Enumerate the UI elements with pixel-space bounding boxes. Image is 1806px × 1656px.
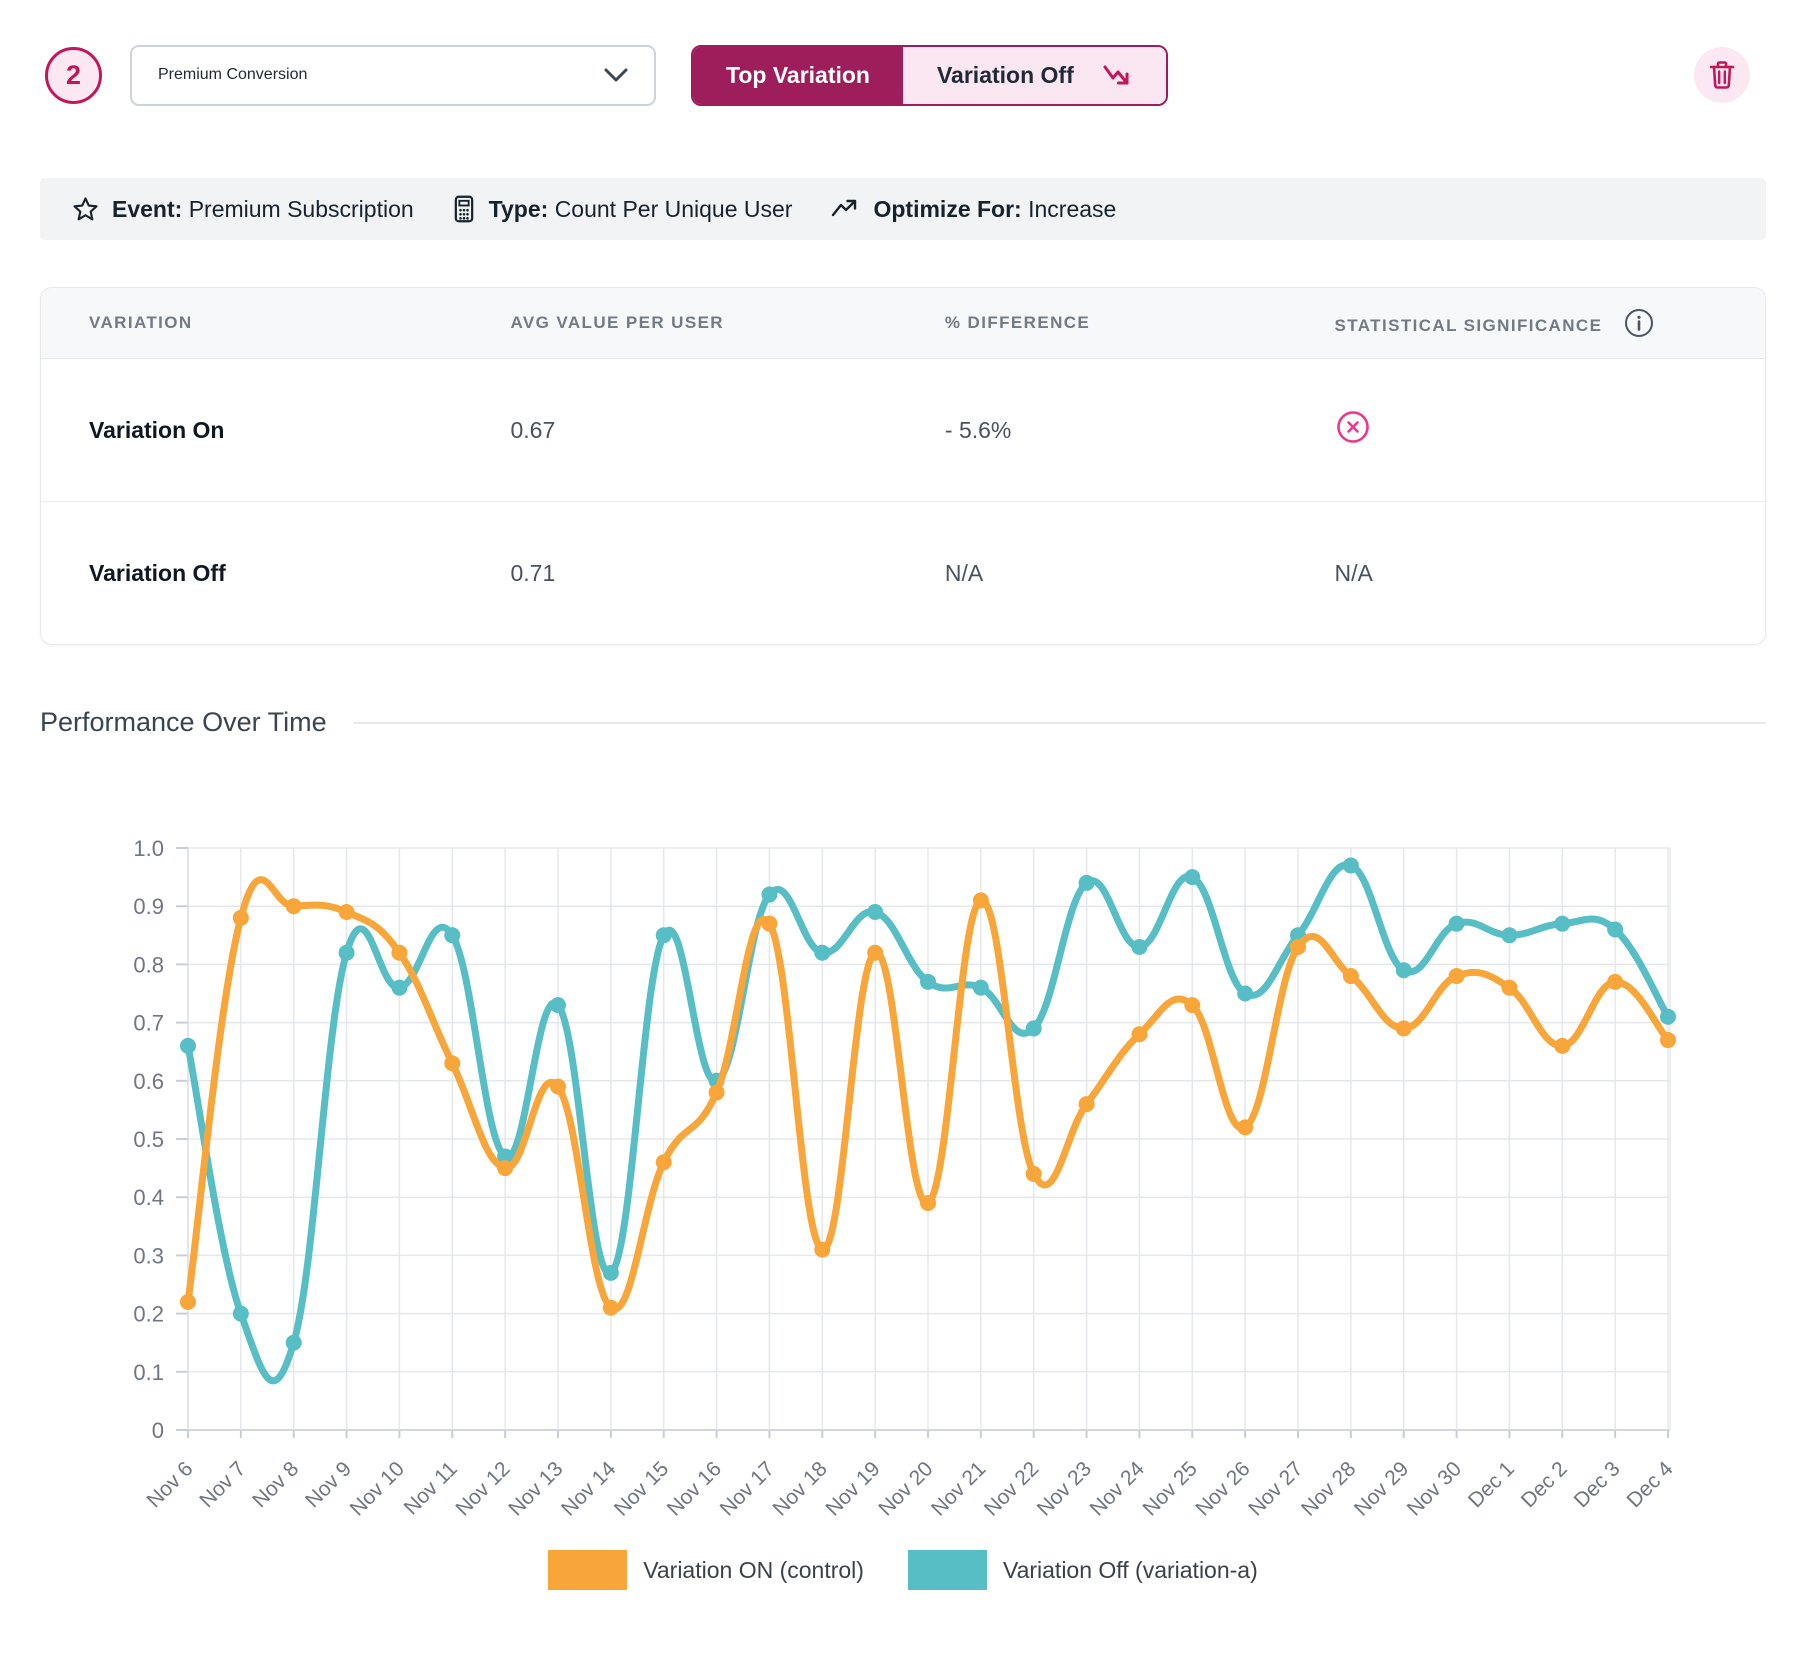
metric-dropdown[interactable]: Premium Conversion <box>130 45 656 106</box>
table-row: Variation On 0.67 - 5.6% <box>41 359 1765 502</box>
delete-metric-button[interactable] <box>1694 47 1750 103</box>
variation-off-button[interactable]: Variation Off <box>903 47 1166 104</box>
row1-avg-value: 0.67 <box>471 359 905 502</box>
svg-text:0.8: 0.8 <box>133 952 164 977</box>
svg-text:Nov 25: Nov 25 <box>1139 1457 1202 1520</box>
results-table-card: VARIATION AVG VALUE PER USER % DIFFERENC… <box>40 287 1766 645</box>
svg-text:Dec 2: Dec 2 <box>1517 1457 1572 1512</box>
svg-text:Nov 24: Nov 24 <box>1086 1457 1150 1521</box>
legend-item-variation-on[interactable]: Variation ON (control) <box>548 1550 864 1590</box>
col-variation: VARIATION <box>41 288 471 359</box>
svg-text:Nov 8: Nov 8 <box>248 1457 303 1512</box>
svg-text:Nov 17: Nov 17 <box>716 1457 779 1520</box>
metric-panel: 2 Premium Conversion Top Variation Varia… <box>0 0 1806 1656</box>
svg-text:Nov 12: Nov 12 <box>451 1457 514 1520</box>
legend-label: Variation ON (control) <box>643 1557 864 1584</box>
svg-text:Nov 29: Nov 29 <box>1350 1457 1413 1520</box>
optimize-item: Optimize For: Increase <box>830 196 1116 223</box>
variation-toggle: Top Variation Variation Off <box>691 45 1168 106</box>
table-header-row: VARIATION AVG VALUE PER USER % DIFFERENC… <box>41 288 1765 359</box>
section-divider <box>353 722 1766 724</box>
svg-text:0.4: 0.4 <box>133 1185 164 1210</box>
svg-text:Nov 28: Nov 28 <box>1297 1457 1360 1520</box>
row1-significance <box>1295 359 1766 502</box>
row2-significance: N/A <box>1295 502 1766 645</box>
row1-variation: Variation On <box>41 359 471 502</box>
event-value: Premium Subscription <box>189 196 414 222</box>
svg-text:Nov 13: Nov 13 <box>504 1457 567 1520</box>
svg-text:Nov 10: Nov 10 <box>346 1457 409 1520</box>
row1-difference: - 5.6% <box>905 359 1295 502</box>
col-significance-label: STATISTICAL SIGNIFICANCE <box>1335 316 1603 335</box>
svg-text:Nov 15: Nov 15 <box>610 1457 673 1520</box>
svg-text:1.0: 1.0 <box>133 836 164 861</box>
event-label: Event: <box>112 196 182 222</box>
chart-legend: Variation ON (control) Variation Off (va… <box>0 1550 1806 1590</box>
svg-text:Nov 19: Nov 19 <box>821 1457 884 1520</box>
svg-text:Nov 30: Nov 30 <box>1403 1457 1466 1520</box>
event-summary-bar: Event: Premium Subscription Type: Count … <box>40 178 1766 240</box>
star-icon <box>72 196 99 223</box>
svg-text:Dec 3: Dec 3 <box>1570 1457 1625 1512</box>
results-table: VARIATION AVG VALUE PER USER % DIFFERENC… <box>41 288 1765 644</box>
svg-text:0.2: 0.2 <box>133 1302 164 1327</box>
svg-text:Nov 18: Nov 18 <box>769 1457 832 1520</box>
info-icon[interactable] <box>1624 308 1654 338</box>
svg-text:0.6: 0.6 <box>133 1069 164 1094</box>
col-significance: STATISTICAL SIGNIFICANCE <box>1295 288 1766 359</box>
svg-text:Nov 7: Nov 7 <box>195 1457 250 1512</box>
svg-text:Nov 26: Nov 26 <box>1191 1457 1254 1520</box>
col-difference: % DIFFERENCE <box>905 288 1295 359</box>
optimize-value: Increase <box>1028 196 1116 222</box>
svg-text:0.3: 0.3 <box>133 1243 164 1268</box>
svg-text:0.7: 0.7 <box>133 1011 164 1036</box>
metric-header-row: 2 Premium Conversion Top Variation Varia… <box>0 0 1806 106</box>
type-item: Type: Count Per Unique User <box>452 195 793 223</box>
row2-variation: Variation Off <box>41 502 471 645</box>
svg-text:Dec 1: Dec 1 <box>1464 1457 1519 1512</box>
svg-text:Nov 22: Nov 22 <box>980 1457 1043 1520</box>
top-variation-label: Top Variation <box>726 62 870 89</box>
svg-text:Dec 4: Dec 4 <box>1622 1457 1677 1512</box>
svg-text:0.1: 0.1 <box>133 1360 164 1385</box>
variation-on-swatch-icon <box>548 1550 627 1590</box>
svg-text:Nov 16: Nov 16 <box>663 1457 726 1520</box>
optimize-label: Optimize For: <box>873 196 1021 222</box>
svg-text:Nov 14: Nov 14 <box>557 1457 621 1521</box>
svg-text:0: 0 <box>152 1418 164 1443</box>
row2-avg-value: 0.71 <box>471 502 905 645</box>
performance-chart-container: 00.10.20.30.40.50.60.70.80.91.0Nov 6Nov … <box>0 738 1806 1590</box>
performance-chart: 00.10.20.30.40.50.60.70.80.91.0Nov 6Nov … <box>0 738 1806 1548</box>
table-row: Variation Off 0.71 N/A N/A <box>41 502 1765 645</box>
chart-section-title: Performance Over Time <box>40 707 327 738</box>
col-avg-value: AVG VALUE PER USER <box>471 288 905 359</box>
legend-item-variation-off[interactable]: Variation Off (variation-a) <box>908 1550 1258 1590</box>
top-variation-button[interactable]: Top Variation <box>693 47 903 104</box>
svg-text:Nov 20: Nov 20 <box>874 1457 937 1520</box>
event-item: Event: Premium Subscription <box>72 196 414 223</box>
metric-dropdown-value: Premium Conversion <box>158 66 307 84</box>
trend-up-icon <box>830 198 860 220</box>
trash-icon <box>1708 60 1736 90</box>
svg-text:Nov 23: Nov 23 <box>1033 1457 1096 1520</box>
svg-text:Nov 21: Nov 21 <box>927 1457 990 1520</box>
chevron-down-icon <box>604 68 628 82</box>
metric-number-badge: 2 <box>45 47 102 104</box>
row2-difference: N/A <box>905 502 1295 645</box>
variation-off-label: Variation Off <box>937 62 1074 89</box>
legend-label: Variation Off (variation-a) <box>1003 1557 1258 1584</box>
chart-section-header: Performance Over Time <box>40 707 1766 738</box>
trend-down-icon <box>1102 63 1132 87</box>
svg-text:Nov 6: Nov 6 <box>142 1457 197 1512</box>
calculator-icon <box>452 195 476 223</box>
variation-off-swatch-icon <box>908 1550 987 1590</box>
type-value: Count Per Unique User <box>555 196 793 222</box>
svg-text:0.9: 0.9 <box>133 894 164 919</box>
type-label: Type: <box>489 196 549 222</box>
svg-text:Nov 27: Nov 27 <box>1244 1457 1307 1520</box>
not-significant-icon <box>1335 409 1371 445</box>
svg-text:Nov 11: Nov 11 <box>400 1457 462 1519</box>
svg-text:0.5: 0.5 <box>133 1127 164 1152</box>
